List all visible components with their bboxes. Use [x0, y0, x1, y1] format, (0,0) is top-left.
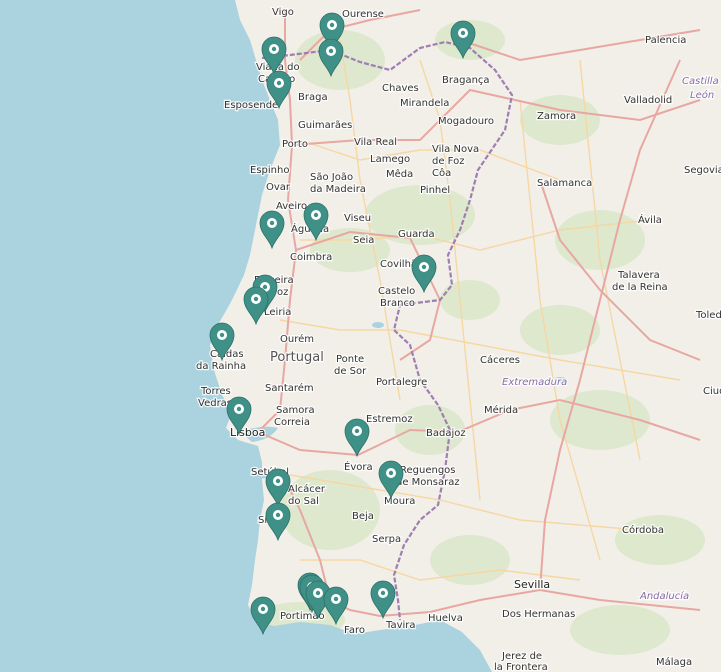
city-label-moura: Moura — [384, 496, 415, 507]
city-label-badajoz: Badajoz — [426, 428, 466, 439]
city-label-portalegre: Portalegre — [376, 377, 427, 388]
city-label-chaves: Chaves — [382, 83, 419, 94]
marker-dot-icon — [271, 46, 277, 52]
city-label-segovia: Segovia — [684, 165, 721, 176]
city-label-palencia: Palencia — [645, 35, 686, 46]
marker-dot-icon — [460, 30, 466, 36]
city-label-braga: Braga — [298, 92, 328, 103]
marker-dot-icon — [236, 406, 242, 412]
city-label-coimbra: Coimbra — [290, 252, 332, 263]
city-label-tavira: Tavira — [385, 620, 416, 631]
city-label-vila-nova-3: Côa — [432, 167, 451, 179]
city-label-ovar: Ovar — [266, 182, 291, 193]
city-label-sao-joao-1: São João — [310, 172, 353, 183]
city-label-malaga: Málaga — [656, 656, 692, 668]
marker-dot-icon — [269, 220, 275, 226]
city-label-samora-2: Correia — [274, 417, 310, 428]
city-label-vila-real: Vila Real — [354, 137, 397, 148]
marker-dot-icon — [315, 590, 321, 596]
city-label-alcacer-2: do Sal — [288, 496, 319, 507]
city-label-vigo: Vigo — [272, 7, 294, 18]
city-label-alcacer-1: Alcácer — [288, 483, 326, 495]
city-label-mogadouro: Mogadouro — [438, 116, 494, 127]
marker-dot-icon — [275, 478, 281, 484]
city-label-caceres: Cáceres — [480, 354, 520, 366]
city-label-beja: Beja — [352, 511, 374, 522]
marker-dot-icon — [421, 264, 427, 270]
city-label-aveiro: Aveiro — [276, 201, 307, 212]
city-label-salamanca: Salamanca — [537, 178, 592, 189]
city-label-lisboa: Lisboa — [230, 426, 265, 439]
marker-dot-icon — [276, 80, 282, 86]
city-label-caldas-2: da Rainha — [196, 361, 246, 372]
marker-dot-icon — [380, 590, 386, 596]
map-canvas[interactable]: Vigo Ourense Palencia Castilla y León Vi… — [0, 0, 721, 672]
city-label-evora: Évora — [344, 460, 373, 473]
region-label-castilla-leon-1: Castilla y — [682, 76, 721, 87]
city-label-porto: Porto — [282, 139, 308, 150]
city-label-merida: Mérida — [484, 404, 518, 416]
city-label-zamora: Zamora — [537, 111, 576, 122]
city-label-pinhel: Pinhel — [420, 185, 450, 196]
city-label-torres-1: Torres — [200, 386, 231, 397]
city-label-vila-nova-2: de Foz — [432, 156, 464, 167]
city-label-ponte-1: Ponte — [336, 354, 364, 365]
city-label-reguengos-2: de Monsaraz — [396, 477, 460, 488]
city-label-ourem: Ourém — [280, 333, 314, 345]
region-label-extremadura: Extremadura — [502, 377, 567, 388]
city-label-dos-hermanas: Dos Hermanas — [502, 609, 575, 620]
marker-dot-icon — [333, 596, 339, 602]
marker-dot-icon — [260, 606, 266, 612]
city-label-covilha: Covilhã — [380, 259, 417, 270]
city-label-santarem: Santarém — [265, 382, 314, 394]
marker-dot-icon — [262, 284, 268, 290]
city-label-ourense: Ourense — [342, 9, 384, 20]
city-label-talavera-2: de la Reina — [612, 282, 668, 293]
marker-dot-icon — [388, 470, 394, 476]
city-label-avila: Ávila — [638, 213, 662, 226]
marker-dot-icon — [328, 48, 334, 54]
region-label-castilla-leon-2: León — [690, 89, 714, 101]
city-label-mirandela: Mirandela — [400, 98, 449, 109]
city-label-espinho: Espinho — [250, 165, 289, 176]
city-label-leiria: Leiria — [264, 307, 291, 318]
city-label-estremoz: Estremoz — [366, 414, 413, 425]
city-label-toledo: Toledo — [695, 310, 721, 321]
city-label-viseu: Viseu — [344, 213, 371, 224]
city-label-castelo-1: Castelo — [378, 286, 415, 297]
city-label-braganca: Bragança — [442, 75, 490, 86]
city-label-jerez-2: la Frontera — [494, 662, 548, 672]
city-label-faro: Faro — [344, 625, 365, 636]
city-label-lamego: Lamego — [370, 154, 410, 165]
city-label-guimaraes: Guimarães — [298, 120, 352, 131]
city-label-jerez-1: Jerez de — [501, 651, 542, 662]
city-label-vila-nova-1: Vila Nova — [432, 144, 479, 155]
city-label-talavera-1: Talavera — [617, 270, 660, 281]
region-label-andalucia: Andalucía — [639, 590, 689, 602]
city-label-castelo-2: Branco — [380, 298, 415, 309]
city-label-sao-joao-2: da Madeira — [310, 184, 366, 195]
marker-dot-icon — [219, 332, 225, 338]
marker-dot-icon — [329, 22, 335, 28]
city-label-seia: Seia — [353, 235, 374, 246]
city-label-samora-1: Samora — [276, 405, 315, 416]
city-label-huelva: Huelva — [428, 613, 463, 624]
city-label-reguengos-1: Reguengos — [400, 465, 456, 476]
city-label-esposende: Esposende — [224, 100, 278, 111]
marker-dot-icon — [253, 296, 259, 302]
city-label-sevilla: Sevilla — [514, 578, 550, 591]
country-label-portugal: Portugal — [270, 350, 324, 365]
map-view[interactable]: Vigo Ourense Palencia Castilla y León Vi… — [0, 0, 721, 672]
city-label-valladolid: Valladolid — [624, 95, 672, 106]
city-label-cordoba: Córdoba — [622, 524, 664, 536]
city-label-guarda: Guarda — [398, 229, 435, 240]
city-label-serpa: Serpa — [372, 534, 401, 545]
city-label-meda: Mêda — [386, 168, 413, 180]
marker-dot-icon — [313, 212, 319, 218]
city-label-ciudad: Ciud — [703, 386, 721, 397]
marker-dot-icon — [275, 512, 281, 518]
marker-dot-icon — [354, 428, 360, 434]
city-label-ponte-2: de Sor — [334, 366, 367, 377]
